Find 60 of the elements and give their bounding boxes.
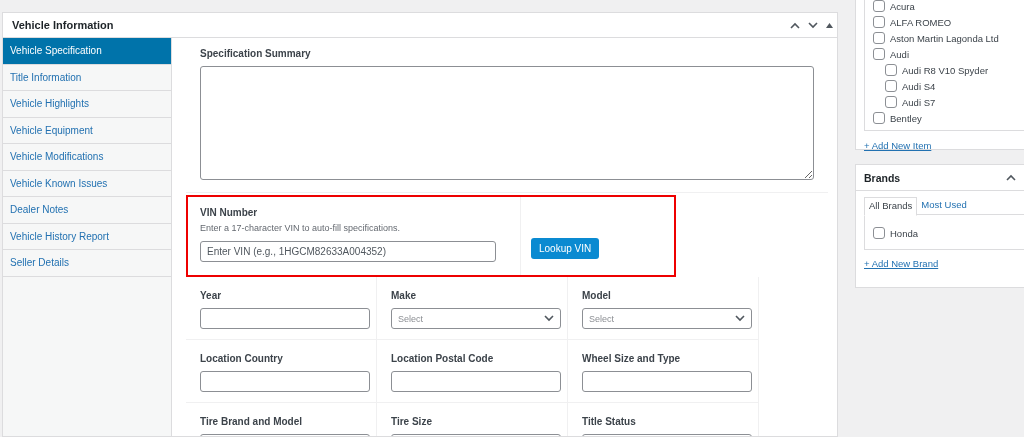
checkbox-label: Honda bbox=[890, 227, 918, 239]
sidebar-tab[interactable]: Vehicle Highlights bbox=[3, 91, 171, 118]
checkbox-label: Audi S4 bbox=[902, 80, 936, 92]
field-label: Title Status bbox=[582, 416, 637, 427]
field-label: Location Country bbox=[200, 353, 284, 364]
checkbox-label: Bentley bbox=[890, 112, 922, 124]
sidebar-tab[interactable]: Vehicle Equipment bbox=[3, 117, 171, 144]
checkbox[interactable] bbox=[873, 227, 885, 239]
triangle-up-icon[interactable] bbox=[826, 22, 833, 28]
sidebar-tab[interactable]: Title Information bbox=[3, 64, 171, 91]
chevron-down-icon[interactable] bbox=[544, 315, 554, 322]
field-label: VIN Number bbox=[200, 207, 259, 218]
panel-title: Vehicle Information bbox=[12, 19, 115, 31]
sidebar-tab[interactable]: Vehicle History Report bbox=[3, 223, 171, 250]
checkbox[interactable] bbox=[885, 64, 897, 76]
text-field[interactable] bbox=[582, 371, 752, 392]
text-field[interactable] bbox=[200, 371, 370, 392]
add-new-brand-link[interactable]: + Add New Brand bbox=[864, 258, 939, 269]
field-label: Wheel Size and Type bbox=[582, 353, 682, 364]
sidebar-tab[interactable]: Vehicle Known Issues bbox=[3, 170, 171, 197]
field-label: Specification Summary bbox=[200, 48, 312, 59]
checkbox[interactable] bbox=[873, 112, 885, 124]
field-label: Location Postal Code bbox=[391, 353, 495, 364]
checkbox[interactable] bbox=[873, 16, 885, 28]
checkbox-label: Audi S7 bbox=[902, 96, 936, 108]
checkbox[interactable] bbox=[885, 96, 897, 108]
sidebar-tab[interactable]: Seller Details bbox=[3, 250, 171, 277]
dropdown-field[interactable]: Select bbox=[582, 308, 752, 329]
lookup-vin-button[interactable]: Lookup VIN bbox=[531, 238, 600, 259]
checkbox-label: Acura bbox=[890, 0, 915, 12]
checkbox-label: Aston Martin Lagonda Ltd bbox=[890, 32, 999, 44]
text-field[interactable] bbox=[200, 308, 370, 329]
field-label: Tire Size bbox=[391, 416, 433, 427]
add-new-item-link[interactable]: + Add New Item bbox=[864, 140, 932, 151]
sidebar-tab[interactable]: Dealer Notes bbox=[3, 197, 171, 224]
checkbox[interactable] bbox=[873, 32, 885, 44]
panel-title: Brands bbox=[864, 171, 902, 184]
vin-field[interactable]: Enter VIN (e.g., 1HGCM82633A004352) bbox=[200, 241, 496, 262]
checkbox[interactable] bbox=[873, 48, 885, 60]
dropdown-field[interactable]: Select bbox=[391, 308, 561, 329]
checkbox[interactable] bbox=[873, 0, 885, 12]
brand-tab[interactable]: Most Used bbox=[917, 197, 971, 214]
field-label: Model bbox=[582, 290, 612, 301]
checkbox-label: Audi R8 V10 Spyder bbox=[902, 64, 989, 76]
chevron-down-icon[interactable] bbox=[808, 21, 818, 29]
checkbox-label: ALFA ROMEO bbox=[890, 16, 952, 28]
sidebar-tab[interactable]: Vehicle Modifications bbox=[3, 144, 171, 171]
field-description: Enter a 17-character VIN to auto-fill specifications. bbox=[200, 223, 402, 233]
checkbox-label: Audi bbox=[890, 48, 909, 60]
field-label: Make bbox=[391, 290, 417, 301]
checkbox[interactable] bbox=[885, 80, 897, 92]
field-label: Year bbox=[200, 290, 223, 301]
field-label: Tire Brand and Model bbox=[200, 416, 304, 427]
chevron-down-icon[interactable] bbox=[735, 315, 745, 322]
chevron-up-icon[interactable] bbox=[1006, 174, 1016, 181]
summary-field[interactable] bbox=[200, 66, 814, 180]
text-field[interactable] bbox=[391, 371, 561, 392]
chevron-up-icon[interactable] bbox=[790, 21, 800, 29]
brand-tab[interactable]: All Brands bbox=[864, 197, 918, 216]
sidebar-tab[interactable]: Vehicle Specification bbox=[3, 38, 171, 65]
